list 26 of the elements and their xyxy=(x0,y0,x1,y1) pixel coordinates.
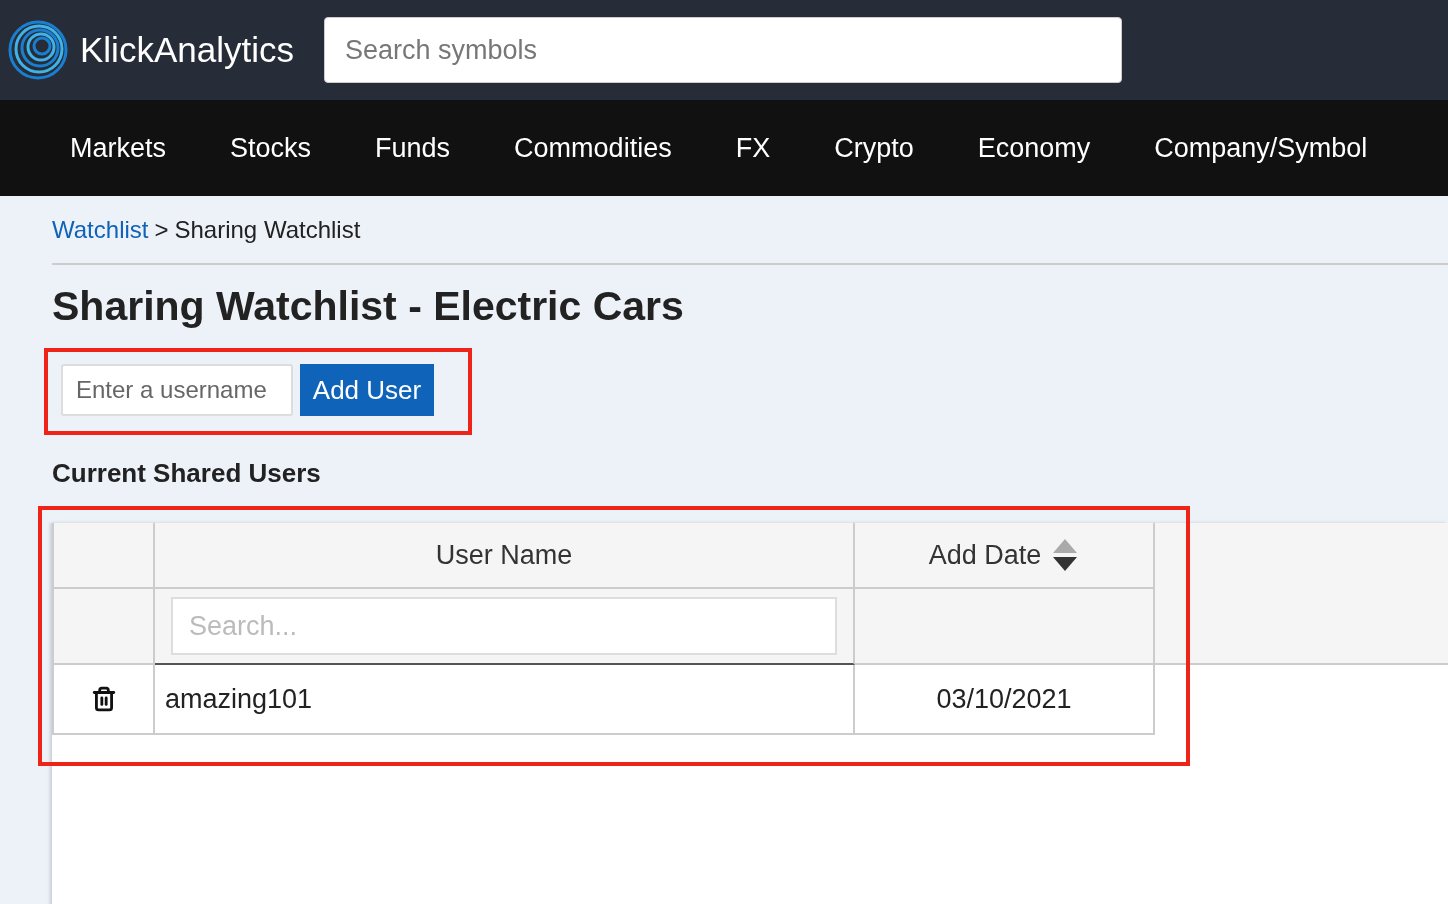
section-heading: Current Shared Users xyxy=(52,458,322,489)
search-field[interactable]: Search symbols xyxy=(323,17,1122,83)
breadcrumb-separator: > xyxy=(154,215,169,244)
table-cell: amazing101 xyxy=(155,665,855,735)
breadcrumb-current: Sharing Watchlist xyxy=(174,215,361,244)
nav-item[interactable]: Funds xyxy=(343,132,483,164)
table-cell: 03/10/2021 xyxy=(855,665,1155,735)
page-title: Sharing Watchlist - Electric Cars xyxy=(52,283,685,330)
nav-item[interactable]: Company/Symbol xyxy=(1122,132,1400,164)
brand-name: KlickAnalytics xyxy=(80,30,294,70)
username-field[interactable]: Enter a username xyxy=(61,364,293,416)
column-header[interactable]: Add Date xyxy=(855,523,1155,589)
nav-item[interactable]: Commodities xyxy=(482,132,704,164)
add-user-button[interactable]: Add User xyxy=(300,364,434,416)
column-header[interactable]: User Name xyxy=(155,523,855,589)
swirl-logo-icon xyxy=(6,18,70,82)
delete-button[interactable] xyxy=(90,686,117,712)
sort-icon[interactable] xyxy=(1051,537,1080,573)
nav-item[interactable]: Crypto xyxy=(802,132,946,164)
breadcrumb-link[interactable]: Watchlist xyxy=(52,215,149,244)
nav-item[interactable]: Economy xyxy=(945,132,1123,164)
trash-icon xyxy=(90,686,117,712)
nav-item[interactable]: Stocks xyxy=(198,132,344,164)
nav-item[interactable]: Markets xyxy=(38,132,199,164)
search-field[interactable]: Search... xyxy=(171,597,837,655)
nav-item[interactable]: FX xyxy=(703,132,803,164)
